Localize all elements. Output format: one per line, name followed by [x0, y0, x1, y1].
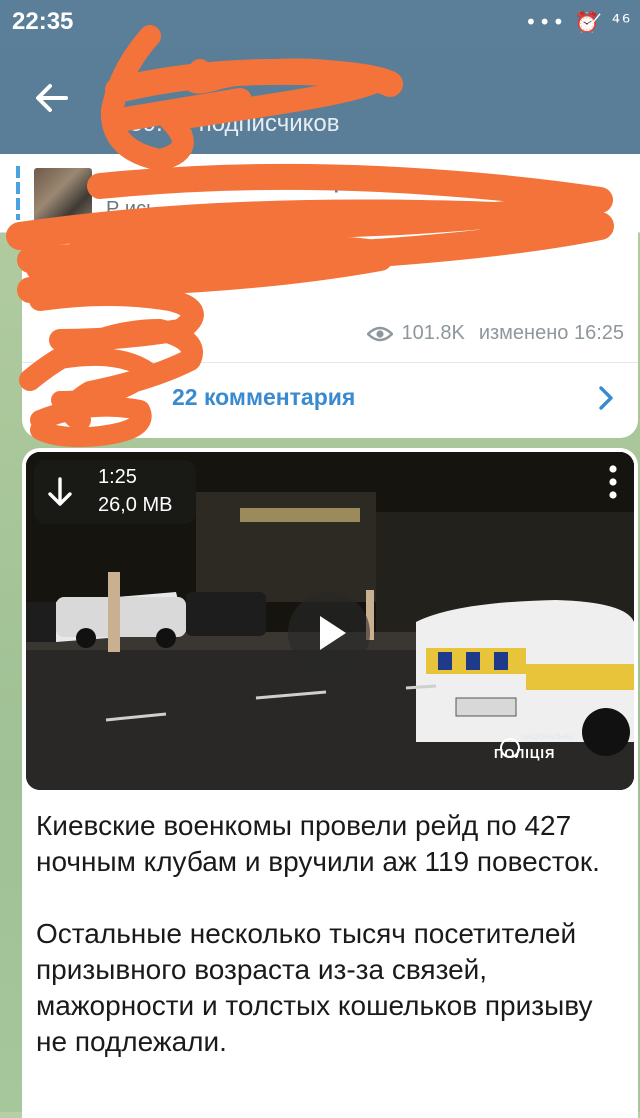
pinned-thumbnail	[34, 168, 92, 226]
back-arrow-icon[interactable]	[30, 76, 74, 120]
download-badge[interactable]: 1:25 26,0 MB	[34, 460, 196, 524]
play-button[interactable]	[288, 592, 370, 674]
view-count: 101.8K	[401, 322, 465, 344]
comments-link[interactable]: 22 комментария	[172, 384, 355, 411]
video-player[interactable]: 1:25 26,0 MB НАЦІОНАЛЬНА ПОЛІЦІЯ	[26, 452, 634, 790]
download-icon[interactable]	[46, 476, 74, 510]
message-paragraph: Остальные несколько тысяч посетителей пр…	[36, 918, 593, 1057]
message-meta: 101.8K изменено 16:25	[367, 322, 624, 345]
message-paragraph: Киевские военкомы провели рейд по 427 но…	[36, 810, 600, 877]
status-icons: ••• ⏰̸ ⁴⁶	[524, 10, 632, 34]
watermark-subtext: НАЦІОНАЛЬНА	[522, 734, 574, 741]
divider	[22, 362, 638, 363]
views-eye-icon	[367, 326, 394, 341]
status-time: 22:35	[12, 8, 74, 35]
message-text: Киевские военкомы провели рейд по 427 но…	[36, 808, 628, 1096]
police-watermark: ПОЛІЦІЯ	[494, 746, 556, 761]
more-options-icon[interactable]	[608, 464, 618, 500]
channel-header[interactable]: 559.8K подписчиков	[0, 46, 640, 154]
pinned-preview: Р ись.	[106, 198, 163, 220]
edited-time: изменено 16:25	[478, 322, 624, 344]
message-bubble-previous: 101.8K изменено 16:25 22 комментария	[22, 232, 638, 438]
subscriber-count: 559.8K подписчиков	[116, 110, 340, 137]
status-bar: 22:35 ••• ⏰̸ ⁴⁶	[0, 0, 640, 46]
message-bubble-video: 1:25 26,0 MB НАЦІОНАЛЬНА ПОЛІЦІЯ Киевски…	[22, 448, 638, 1118]
chevron-right-icon[interactable]	[596, 384, 616, 412]
video-size: 26,0 MB	[98, 494, 173, 516]
pinned-indicator	[16, 166, 20, 220]
pinned-title: Закреплённое сообщение	[106, 168, 390, 193]
play-icon[interactable]	[288, 592, 370, 674]
video-duration: 1:25	[98, 466, 137, 488]
pinned-message-bar[interactable]: Закреплённое сообщение Р ись.	[0, 154, 640, 233]
